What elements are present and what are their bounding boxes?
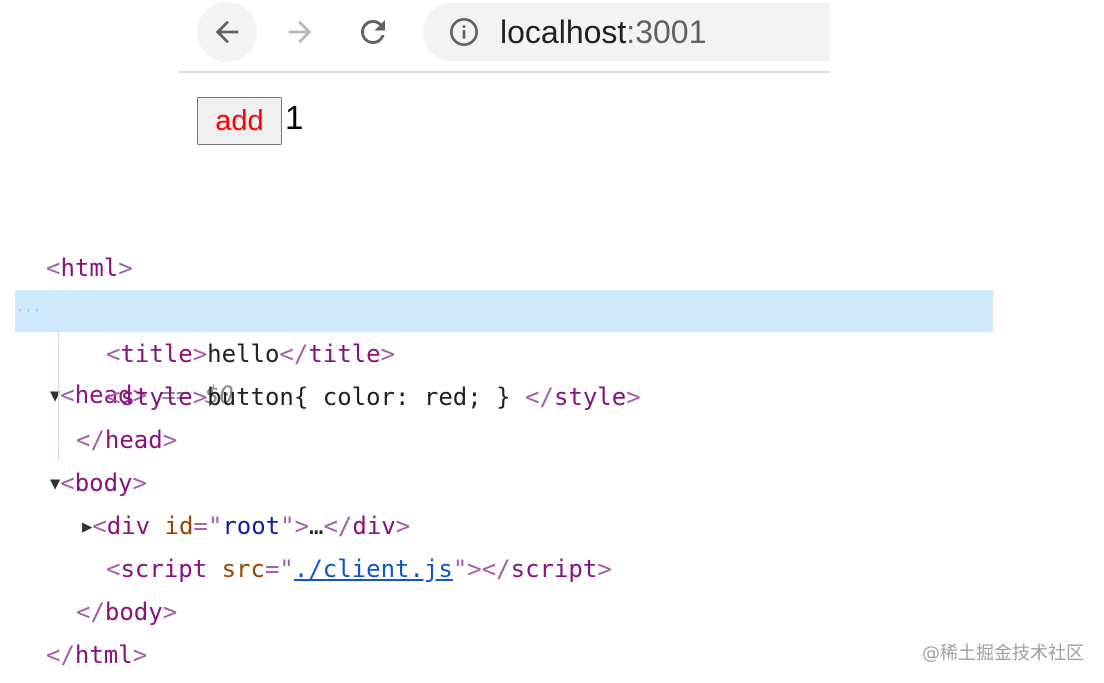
text-node: button{ color: red; } [207,383,526,411]
url-host: localhost [500,13,627,50]
tag-name: body [104,598,163,626]
tag-name: html [74,641,133,669]
expand-triangle-icon[interactable]: ▼ [50,463,60,505]
tag-name: style [553,383,627,411]
dom-node-html-open[interactable]: <html> [46,247,133,289]
text-node: hello [207,340,280,368]
reload-button[interactable] [343,2,403,62]
tree-guide-line [58,332,59,460]
browser-toolbar: localhost:3001 [179,0,830,73]
tag-name: head [104,426,163,454]
tag-name: div [352,512,396,540]
collapse-triangle-icon[interactable]: ▶ [82,506,92,548]
url-text: localhost:3001 [500,14,706,51]
tag-name: script [120,555,208,583]
dom-node-body-close[interactable]: </body> [76,591,177,633]
url-port: :3001 [626,13,707,50]
tag-name: script [510,555,598,583]
dom-node-head-close[interactable]: </head> [76,419,177,461]
attr-name: src [221,555,265,583]
page-content: add 1 [197,97,303,145]
reload-icon [360,19,385,44]
attr-value: root [222,512,281,540]
watermark: @稀土掘金技术社区 [922,643,1084,664]
ellipsis[interactable]: … [309,512,323,540]
devtools-elements-panel: <html> ··· ▼<head> == $0 <title>hello</t… [0,247,1104,683]
forward-button[interactable] [270,2,330,62]
dom-node-style[interactable]: <style>button{ color: red; } </style> [106,376,641,418]
dom-node-title[interactable]: <title>hello</title> [106,333,395,375]
tag-name: style [120,383,193,411]
dom-node-head[interactable]: ··· ▼<head> == $0 [15,290,993,409]
back-button[interactable] [197,2,257,62]
back-arrow-icon [215,20,239,44]
tag-name: div [106,512,151,540]
script-src-link[interactable]: ./client.js [294,555,453,583]
dom-node-script[interactable]: <script src="./client.js"></script> [106,548,612,590]
dom-node-body[interactable]: ▼<body> [50,462,147,504]
more-actions-dots[interactable]: ··· [15,290,42,332]
dom-node-div-root[interactable]: ▶<div id="root">…</div> [82,505,410,547]
counter-value: 1 [285,99,304,136]
tag-name: title [308,340,381,368]
address-bar[interactable]: localhost:3001 [423,3,830,61]
info-icon[interactable] [447,15,481,49]
add-button[interactable]: add [197,97,282,145]
tag-name: body [74,469,133,497]
dom-node-html-close[interactable]: </html> [46,634,147,676]
attr-name: id [164,512,194,540]
tag-name: html [60,254,119,282]
forward-arrow-icon [288,20,312,44]
tag-name: title [120,340,193,368]
